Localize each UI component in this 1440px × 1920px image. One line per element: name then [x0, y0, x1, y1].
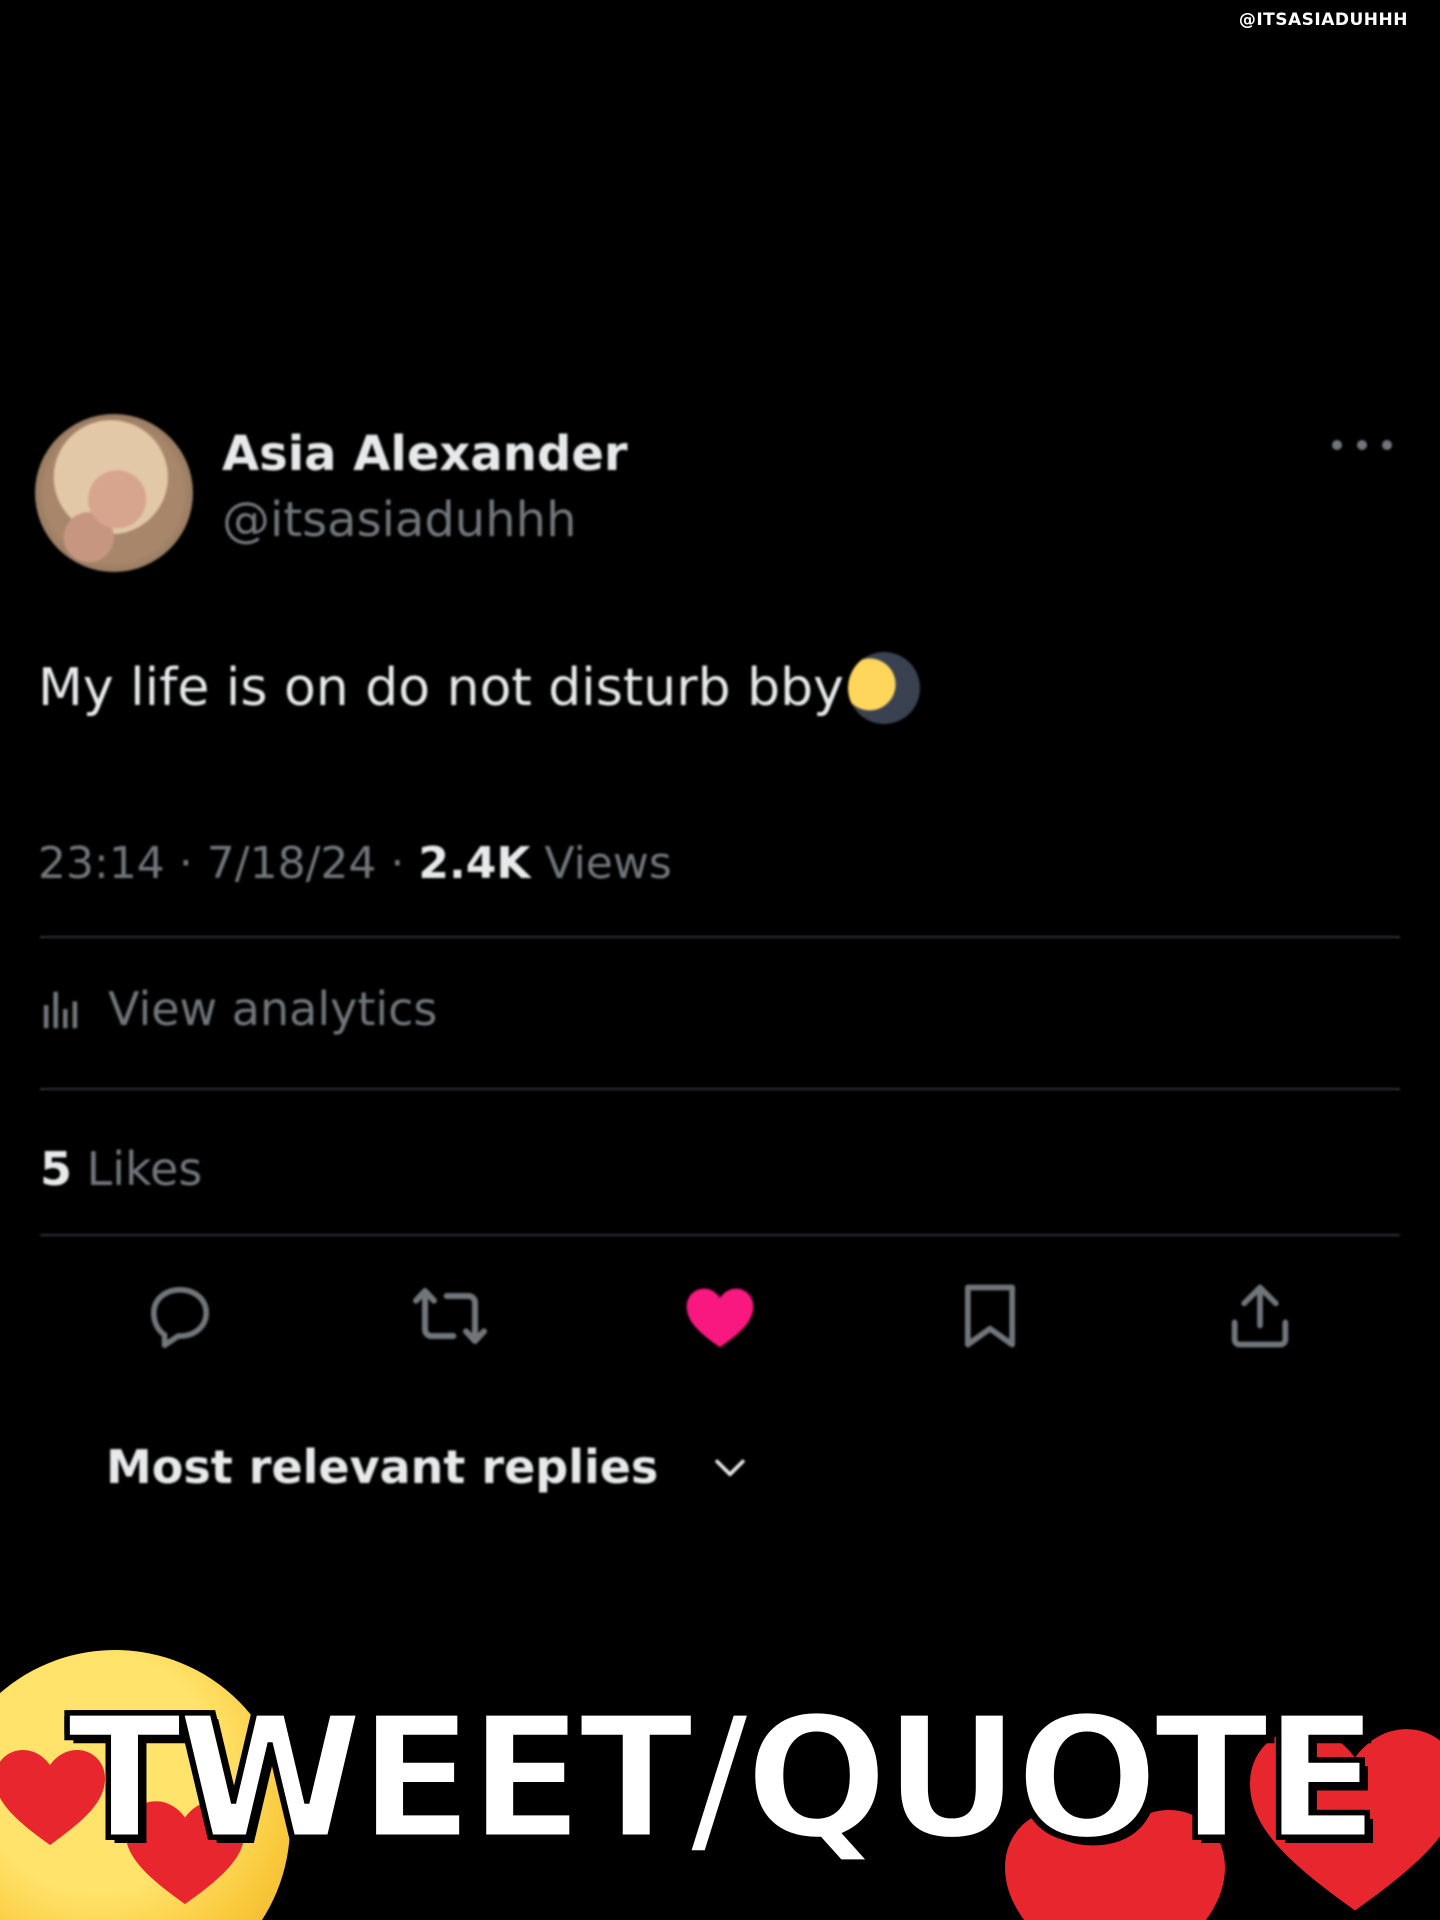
views-count: 2.4K — [418, 838, 531, 889]
meta-separator: · — [178, 838, 207, 889]
heart-filled-icon — [686, 1288, 754, 1348]
chevron-down-icon — [715, 1459, 745, 1477]
avatar[interactable] — [35, 414, 193, 572]
watermark: @ITSASIADUHHH — [1238, 10, 1408, 30]
tweet-date[interactable]: 7/18/24 — [207, 838, 377, 889]
divider — [40, 936, 1400, 938]
replies-sort-dropdown[interactable]: Most relevant replies — [106, 1440, 752, 1494]
replies-sort-label: Most relevant replies — [106, 1440, 659, 1494]
retweet-button[interactable] — [410, 1276, 490, 1356]
meta-separator: · — [390, 838, 419, 889]
tweet-time[interactable]: 23:14 — [38, 838, 165, 889]
analytics-icon — [43, 991, 78, 1029]
author-handle[interactable]: @itsasiaduhhh — [222, 492, 577, 548]
bookmark-button[interactable] — [950, 1276, 1030, 1356]
retweet-icon — [413, 1288, 487, 1344]
tweet-meta: 23:14 · 7/18/24 · 2.4K Views — [38, 838, 672, 889]
bookmark-icon — [964, 1284, 1016, 1348]
view-analytics-label: View analytics — [108, 982, 438, 1036]
likes-count: 5 — [40, 1142, 73, 1196]
overlay-title: TWEET/QUOTE — [64, 1678, 1382, 1881]
likes-link[interactable]: 5 Likes — [40, 1142, 202, 1196]
reply-button[interactable] — [140, 1276, 220, 1356]
share-icon — [1231, 1284, 1289, 1348]
tweet-text-content: My life is on do not disturb bby — [38, 658, 844, 718]
likes-label: Likes — [86, 1142, 203, 1196]
author-name[interactable]: Asia Alexander — [222, 426, 628, 482]
screen: Asia Alexander @itsasiaduhhh My life is … — [0, 0, 1440, 1920]
like-button[interactable] — [680, 1276, 760, 1356]
views-label: Views — [544, 838, 672, 889]
tweet-actions — [140, 1276, 1300, 1356]
more-options-icon[interactable] — [1332, 430, 1392, 460]
reply-icon — [151, 1287, 209, 1349]
divider — [40, 1234, 1400, 1236]
moon-emoji-icon — [847, 652, 920, 724]
divider — [40, 1088, 1400, 1090]
tweet-text: My life is on do not disturb bby — [38, 652, 920, 724]
share-button[interactable] — [1220, 1276, 1300, 1356]
view-analytics-button[interactable]: View analytics — [40, 982, 437, 1036]
